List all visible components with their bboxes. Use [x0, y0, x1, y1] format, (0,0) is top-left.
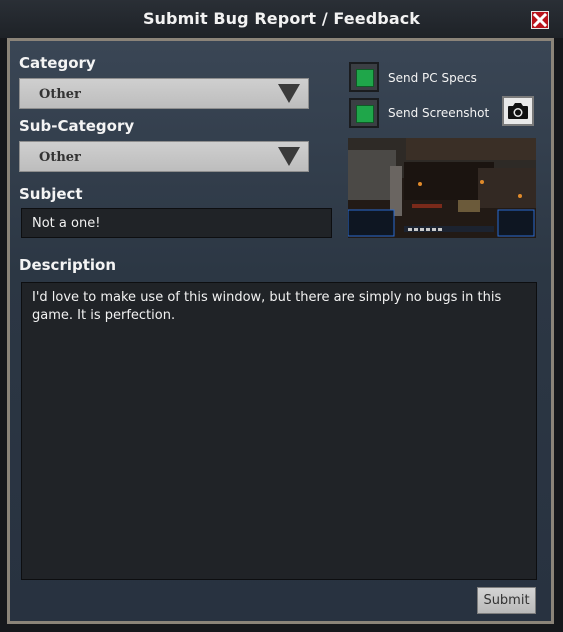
window-title: Submit Bug Report / Feedback [142, 9, 421, 28]
close-button[interactable] [531, 11, 549, 29]
subcategory-label: Sub-Category [19, 117, 135, 135]
screenshot-preview [348, 138, 536, 238]
subcategory-value: Other [39, 150, 81, 165]
send-pc-specs-label: Send PC Specs [388, 71, 477, 85]
subcategory-dropdown[interactable]: Other [19, 141, 309, 172]
screenshot-thumbnail-image [348, 138, 536, 238]
subject-value: Not a one! [32, 216, 101, 231]
title-bar: Submit Bug Report / Feedback [0, 0, 563, 38]
send-pc-specs-checkbox[interactable] [349, 62, 379, 92]
description-textarea[interactable]: I'd love to make use of this window, but… [21, 282, 537, 580]
description-label: Description [19, 256, 117, 274]
bug-report-window: Submit Bug Report / Feedback Category Ot… [0, 0, 563, 632]
triangle-down-icon [278, 84, 300, 103]
category-dropdown[interactable]: Other [19, 78, 309, 109]
close-icon [533, 13, 547, 27]
camera-icon [508, 103, 528, 119]
send-screenshot-label: Send Screenshot [388, 106, 490, 120]
subject-input[interactable]: Not a one! [21, 208, 332, 238]
checkmark-fill [356, 105, 374, 123]
take-screenshot-button[interactable] [502, 96, 534, 126]
submit-button[interactable]: Submit [477, 587, 536, 614]
subject-label: Subject [19, 185, 83, 203]
send-screenshot-checkbox[interactable] [349, 98, 379, 128]
category-value: Other [39, 87, 81, 102]
checkmark-fill [356, 69, 374, 87]
category-label: Category [19, 54, 96, 72]
description-value: I'd love to make use of this window, but… [32, 290, 502, 323]
triangle-down-icon [278, 147, 300, 166]
